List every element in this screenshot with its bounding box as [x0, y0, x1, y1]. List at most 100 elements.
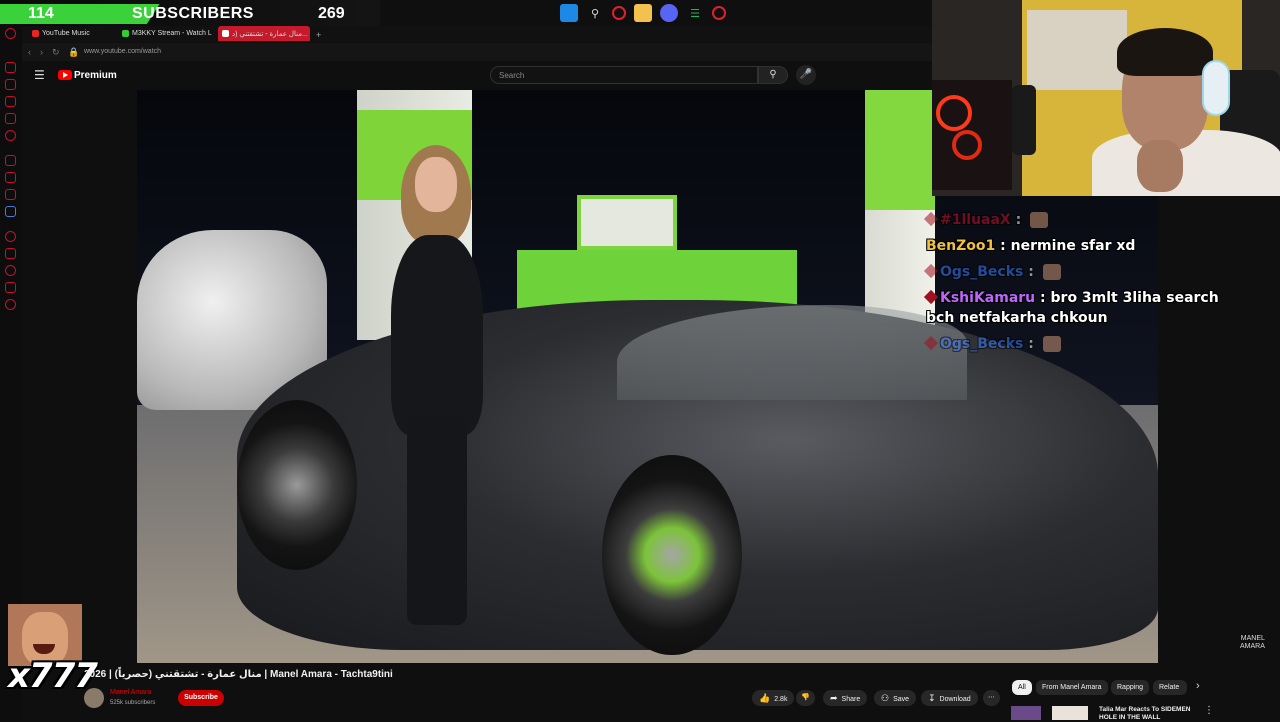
obs-icon[interactable] — [712, 6, 726, 20]
save-button[interactable]: ⚇ Save — [874, 690, 917, 706]
opera-menu-icon[interactable] — [5, 28, 16, 39]
search-input[interactable]: Search — [490, 66, 758, 84]
chat-username: Ogs_Becks — [940, 336, 1024, 352]
audio-icon — [222, 30, 229, 37]
windows-icon[interactable] — [560, 4, 578, 22]
lock-icon: 🔒 — [68, 47, 80, 57]
youtube-music-icon — [32, 30, 39, 37]
chat-message: #1lluaaX : — [923, 210, 1226, 230]
hamburger-menu-icon[interactable]: ☰ — [34, 68, 45, 82]
search-button[interactable]: ⚲ — [758, 66, 788, 84]
url-field[interactable]: www.youtube.com/watch — [84, 48, 161, 55]
video-title: 2026 | منال عمارة - تشتقتني (حصرياً) | M… — [84, 669, 393, 680]
settings-icon[interactable] — [5, 299, 16, 310]
youtube-logo-icon[interactable] — [58, 70, 72, 80]
share-button[interactable]: ➦ Share — [823, 690, 868, 706]
chat-username: #1lluaaX — [940, 212, 1011, 228]
chip-all[interactable]: All — [1012, 680, 1032, 695]
music-icon[interactable] — [5, 231, 16, 242]
chip-from-channel[interactable]: From Manel Amara — [1036, 680, 1108, 695]
tab-label: YouTube Music — [42, 30, 90, 37]
subscribe-button[interactable]: Subscribe — [178, 690, 224, 706]
home-icon[interactable] — [5, 62, 16, 73]
spotify-icon[interactable]: ☰ — [686, 4, 704, 22]
taskbar: ⚲ ☰ — [560, 2, 726, 24]
channel-name[interactable]: Manel Amara — [110, 689, 151, 696]
x-twitter-icon[interactable] — [5, 189, 16, 200]
chat-message: Ogs_Becks : — [923, 262, 1226, 282]
chevron-right-icon[interactable]: › — [1196, 680, 1200, 692]
chip-rapping[interactable]: Rapping — [1111, 680, 1150, 695]
dislike-button[interactable]: 👎 — [796, 690, 815, 706]
channel-avatar[interactable] — [84, 688, 104, 708]
player-icon[interactable] — [5, 248, 16, 259]
chat-badge-icon — [923, 263, 939, 279]
car-rear-wheel — [602, 455, 742, 655]
bookmark-icon: ⚇ — [881, 693, 890, 703]
woman-figure — [377, 145, 497, 640]
new-tab-button[interactable]: + — [312, 26, 326, 41]
bookmark-icon[interactable] — [5, 282, 16, 293]
bluesky-icon[interactable] — [5, 206, 16, 217]
subscriber-label: SUBSCRIBERS — [132, 5, 254, 22]
share-label: Share — [841, 696, 861, 703]
chat-badge-icon — [923, 335, 939, 351]
voice-search-button[interactable]: 🎤 — [796, 65, 816, 85]
subscriber-goal-bar: 114 SUBSCRIBERS 269 — [0, 0, 380, 28]
opera-icon[interactable] — [612, 6, 626, 20]
chat-emote-icon — [1042, 264, 1061, 280]
messenger-icon[interactable] — [5, 130, 16, 141]
search-icon[interactable]: ⚲ — [586, 4, 604, 22]
kick-icon — [122, 30, 129, 37]
chat-username: Ogs_Becks — [940, 264, 1024, 280]
recommendation-thumbnail[interactable] — [1052, 706, 1088, 720]
forward-icon[interactable]: › — [40, 47, 43, 57]
discord-icon[interactable] — [660, 4, 678, 22]
like-count: 2.8k — [774, 696, 788, 703]
tab-label: منال عمارة - تشتقتني (د... — [232, 31, 308, 38]
more-icon: ⋯ — [988, 694, 995, 701]
search-icon: ⚲ — [769, 69, 777, 80]
more-actions-button[interactable]: ⋯ — [983, 690, 1000, 706]
tab-strip: YouTube Music M3KKY Stream - Watch L منا… — [22, 26, 932, 42]
recommendation-thumbnail[interactable] — [1011, 706, 1041, 720]
download-label: Download — [939, 696, 971, 703]
headset-icon — [1202, 60, 1230, 116]
watermark-line: AMARA — [1240, 643, 1265, 650]
car-front-wheel — [237, 400, 357, 570]
history-icon[interactable] — [5, 79, 16, 90]
download-icon: ↧ — [928, 693, 936, 703]
twitch-icon[interactable] — [5, 172, 16, 183]
youtube-premium-logo[interactable]: Premium — [74, 70, 117, 81]
shield-icon[interactable] — [5, 113, 16, 124]
channel-subscriber-count: 525k subscribers — [110, 700, 156, 706]
tab-stream[interactable]: M3KKY Stream - Watch L — [118, 26, 213, 41]
subscriber-count: 114 — [28, 5, 54, 22]
chat-emote-icon — [1042, 336, 1061, 352]
chat-message: BenZoo1 : nermine sfar xd — [926, 238, 1136, 254]
chat-emote-icon — [1030, 212, 1049, 228]
address-bar: ‹ › ↻ 🔒 www.youtube.com/watch — [22, 43, 932, 61]
bag-icon[interactable] — [5, 96, 16, 107]
video-watermark: MANEL AMARA — [1240, 635, 1265, 651]
chat-text: nermine sfar xd — [1010, 238, 1136, 254]
chat-message: KshiKamaru : bro 3mlt 3liha search bch n… — [923, 288, 1226, 328]
clock-icon[interactable] — [5, 265, 16, 276]
chat-username: BenZoo1 — [926, 238, 996, 254]
microphone-icon: 🎤 — [799, 69, 813, 80]
more-vert-icon[interactable]: ⋮ — [1204, 705, 1214, 716]
download-button[interactable]: ↧ Download — [921, 690, 978, 706]
thumbs-up-icon: 👍 — [759, 693, 771, 703]
thumbs-down-icon: 👎 — [801, 694, 810, 701]
chat-message: Ogs_Becks : — [923, 334, 1226, 354]
tab-label: M3KKY Stream - Watch L — [132, 30, 212, 37]
watermark-line: MANEL — [1240, 635, 1265, 642]
chip-related[interactable]: Relate — [1153, 680, 1187, 695]
tab-youtube-video[interactable]: منال عمارة - تشتقتني (د... — [218, 26, 310, 41]
back-icon[interactable]: ‹ — [28, 47, 31, 57]
reload-icon[interactable]: ↻ — [52, 47, 60, 58]
microphone-icon — [1012, 85, 1036, 155]
instagram-icon[interactable] — [5, 155, 16, 166]
file-explorer-icon[interactable] — [634, 4, 652, 22]
like-button[interactable]: 👍 2.8k — [752, 690, 795, 706]
